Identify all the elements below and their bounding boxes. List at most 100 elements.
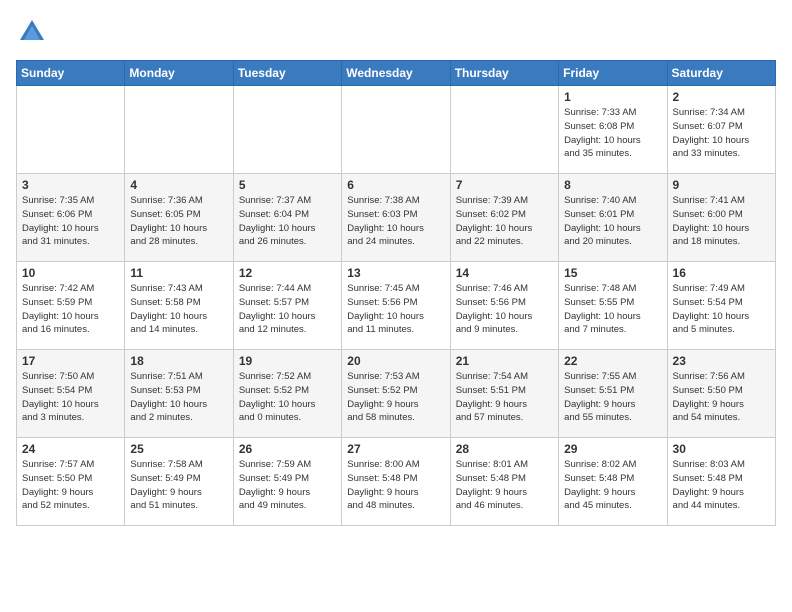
logo-icon [16, 16, 48, 48]
calendar-week-row: 24 Sunrise: 7:57 AM Sunset: 5:50 PM Dayli… [17, 438, 776, 526]
day-info: Sunrise: 7:50 AM Sunset: 5:54 PM Dayligh… [22, 370, 119, 425]
day-info: Sunrise: 7:54 AM Sunset: 5:51 PM Dayligh… [456, 370, 553, 425]
calendar-cell: 5 Sunrise: 7:37 AM Sunset: 6:04 PM Daylig… [233, 174, 341, 262]
day-number: 20 [347, 354, 444, 368]
calendar-cell: 16 Sunrise: 7:49 AM Sunset: 5:54 PM Dayli… [667, 262, 775, 350]
calendar-cell: 21 Sunrise: 7:54 AM Sunset: 5:51 PM Dayli… [450, 350, 558, 438]
day-info: Sunrise: 7:45 AM Sunset: 5:56 PM Dayligh… [347, 282, 444, 337]
day-number: 29 [564, 442, 661, 456]
day-info: Sunrise: 8:02 AM Sunset: 5:48 PM Dayligh… [564, 458, 661, 513]
day-info: Sunrise: 7:41 AM Sunset: 6:00 PM Dayligh… [673, 194, 770, 249]
calendar-week-row: 1 Sunrise: 7:33 AM Sunset: 6:08 PM Daylig… [17, 86, 776, 174]
day-number: 21 [456, 354, 553, 368]
day-info: Sunrise: 7:42 AM Sunset: 5:59 PM Dayligh… [22, 282, 119, 337]
calendar-table: SundayMondayTuesdayWednesdayThursdayFrid… [16, 60, 776, 526]
day-number: 27 [347, 442, 444, 456]
day-number: 18 [130, 354, 227, 368]
calendar-cell: 3 Sunrise: 7:35 AM Sunset: 6:06 PM Daylig… [17, 174, 125, 262]
calendar-cell: 18 Sunrise: 7:51 AM Sunset: 5:53 PM Dayli… [125, 350, 233, 438]
calendar-cell [125, 86, 233, 174]
calendar-cell: 11 Sunrise: 7:43 AM Sunset: 5:58 PM Dayli… [125, 262, 233, 350]
calendar-cell: 6 Sunrise: 7:38 AM Sunset: 6:03 PM Daylig… [342, 174, 450, 262]
calendar-cell: 1 Sunrise: 7:33 AM Sunset: 6:08 PM Daylig… [559, 86, 667, 174]
day-number: 26 [239, 442, 336, 456]
day-number: 17 [22, 354, 119, 368]
calendar-cell: 25 Sunrise: 7:58 AM Sunset: 5:49 PM Dayli… [125, 438, 233, 526]
day-info: Sunrise: 7:59 AM Sunset: 5:49 PM Dayligh… [239, 458, 336, 513]
day-number: 1 [564, 90, 661, 104]
weekday-header: Sunday [17, 61, 125, 86]
weekday-header: Saturday [667, 61, 775, 86]
day-info: Sunrise: 7:37 AM Sunset: 6:04 PM Dayligh… [239, 194, 336, 249]
day-number: 23 [673, 354, 770, 368]
calendar-cell: 23 Sunrise: 7:56 AM Sunset: 5:50 PM Dayli… [667, 350, 775, 438]
day-number: 14 [456, 266, 553, 280]
day-info: Sunrise: 7:44 AM Sunset: 5:57 PM Dayligh… [239, 282, 336, 337]
calendar-cell: 17 Sunrise: 7:50 AM Sunset: 5:54 PM Dayli… [17, 350, 125, 438]
weekday-header: Friday [559, 61, 667, 86]
calendar-cell [17, 86, 125, 174]
day-number: 30 [673, 442, 770, 456]
day-number: 22 [564, 354, 661, 368]
calendar-cell: 24 Sunrise: 7:57 AM Sunset: 5:50 PM Dayli… [17, 438, 125, 526]
page-header [16, 16, 776, 48]
calendar-cell [342, 86, 450, 174]
day-info: Sunrise: 7:38 AM Sunset: 6:03 PM Dayligh… [347, 194, 444, 249]
day-number: 8 [564, 178, 661, 192]
day-number: 3 [22, 178, 119, 192]
calendar-cell: 12Sunrise: 7:44 AM Sunset: 5:57 PM Dayli… [233, 262, 341, 350]
day-info: Sunrise: 7:51 AM Sunset: 5:53 PM Dayligh… [130, 370, 227, 425]
day-info: Sunrise: 8:03 AM Sunset: 5:48 PM Dayligh… [673, 458, 770, 513]
calendar-cell: 26 Sunrise: 7:59 AM Sunset: 5:49 PM Dayli… [233, 438, 341, 526]
day-info: Sunrise: 7:52 AM Sunset: 5:52 PM Dayligh… [239, 370, 336, 425]
calendar-cell [233, 86, 341, 174]
weekday-header: Thursday [450, 61, 558, 86]
day-info: Sunrise: 7:58 AM Sunset: 5:49 PM Dayligh… [130, 458, 227, 513]
day-number: 5 [239, 178, 336, 192]
weekday-header: Monday [125, 61, 233, 86]
day-info: Sunrise: 7:43 AM Sunset: 5:58 PM Dayligh… [130, 282, 227, 337]
day-info: Sunrise: 8:01 AM Sunset: 5:48 PM Dayligh… [456, 458, 553, 513]
day-info: Sunrise: 7:57 AM Sunset: 5:50 PM Dayligh… [22, 458, 119, 513]
calendar-cell: 14Sunrise: 7:46 AM Sunset: 5:56 PM Dayli… [450, 262, 558, 350]
day-info: Sunrise: 7:35 AM Sunset: 6:06 PM Dayligh… [22, 194, 119, 249]
day-number: 13 [347, 266, 444, 280]
logo [16, 16, 52, 48]
day-info: Sunrise: 7:33 AM Sunset: 6:08 PM Dayligh… [564, 106, 661, 161]
day-info: Sunrise: 7:56 AM Sunset: 5:50 PM Dayligh… [673, 370, 770, 425]
calendar-cell: 28 Sunrise: 8:01 AM Sunset: 5:48 PM Dayli… [450, 438, 558, 526]
day-info: Sunrise: 8:00 AM Sunset: 5:48 PM Dayligh… [347, 458, 444, 513]
calendar-cell: 10Sunrise: 7:42 AM Sunset: 5:59 PM Dayli… [17, 262, 125, 350]
day-info: Sunrise: 7:39 AM Sunset: 6:02 PM Dayligh… [456, 194, 553, 249]
day-number: 6 [347, 178, 444, 192]
calendar-cell: 30 Sunrise: 8:03 AM Sunset: 5:48 PM Dayli… [667, 438, 775, 526]
calendar-cell [450, 86, 558, 174]
day-number: 28 [456, 442, 553, 456]
day-info: Sunrise: 7:36 AM Sunset: 6:05 PM Dayligh… [130, 194, 227, 249]
calendar-cell: 8 Sunrise: 7:40 AM Sunset: 6:01 PM Daylig… [559, 174, 667, 262]
day-number: 15 [564, 266, 661, 280]
day-info: Sunrise: 7:48 AM Sunset: 5:55 PM Dayligh… [564, 282, 661, 337]
calendar-cell: 29 Sunrise: 8:02 AM Sunset: 5:48 PM Dayli… [559, 438, 667, 526]
day-info: Sunrise: 7:34 AM Sunset: 6:07 PM Dayligh… [673, 106, 770, 161]
day-number: 24 [22, 442, 119, 456]
calendar-header-row: SundayMondayTuesdayWednesdayThursdayFrid… [17, 61, 776, 86]
day-info: Sunrise: 7:55 AM Sunset: 5:51 PM Dayligh… [564, 370, 661, 425]
day-number: 25 [130, 442, 227, 456]
calendar-cell: 13 Sunrise: 7:45 AM Sunset: 5:56 PM Dayli… [342, 262, 450, 350]
day-info: Sunrise: 7:49 AM Sunset: 5:54 PM Dayligh… [673, 282, 770, 337]
day-number: 11 [130, 266, 227, 280]
day-number: 7 [456, 178, 553, 192]
day-info: Sunrise: 7:40 AM Sunset: 6:01 PM Dayligh… [564, 194, 661, 249]
calendar-cell: 19Sunrise: 7:52 AM Sunset: 5:52 PM Dayli… [233, 350, 341, 438]
calendar-cell: 15 Sunrise: 7:48 AM Sunset: 5:55 PM Dayli… [559, 262, 667, 350]
day-number: 4 [130, 178, 227, 192]
day-number: 16 [673, 266, 770, 280]
day-info: Sunrise: 7:53 AM Sunset: 5:52 PM Dayligh… [347, 370, 444, 425]
calendar-week-row: 10Sunrise: 7:42 AM Sunset: 5:59 PM Dayli… [17, 262, 776, 350]
calendar-cell: 7 Sunrise: 7:39 AM Sunset: 6:02 PM Daylig… [450, 174, 558, 262]
calendar-cell: 27 Sunrise: 8:00 AM Sunset: 5:48 PM Dayli… [342, 438, 450, 526]
day-number: 2 [673, 90, 770, 104]
weekday-header: Wednesday [342, 61, 450, 86]
weekday-header: Tuesday [233, 61, 341, 86]
